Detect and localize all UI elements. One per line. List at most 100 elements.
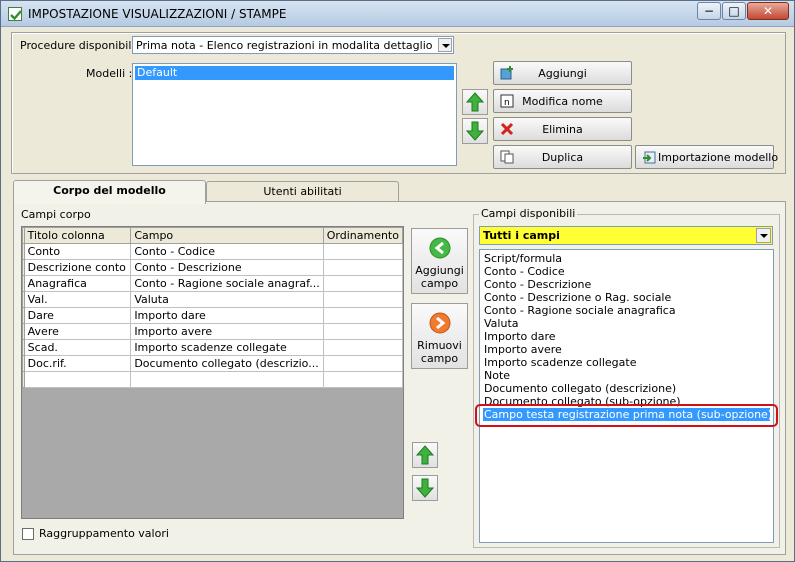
cell-title[interactable] (23, 371, 132, 388)
cell-title[interactable]: Avere (23, 323, 132, 340)
cell-order[interactable] (322, 307, 404, 324)
minimize-button[interactable]: − (697, 2, 721, 20)
arrow-up-icon (466, 92, 484, 112)
remove-field-button[interactable]: Rimuovi campo (411, 303, 468, 369)
procedure-select-value: Prima nota - Elenco registrazioni in mod… (136, 39, 433, 52)
available-fields-title: Campi disponibili (479, 207, 578, 220)
model-item-default[interactable]: Default (135, 66, 454, 80)
cell-title[interactable]: Scad. (23, 339, 132, 356)
duplicate-model-label: Duplica (541, 151, 584, 164)
rename-model-label: Modifica nome (522, 95, 603, 108)
cell-order[interactable] (322, 323, 404, 340)
table-row[interactable]: Dare Importo dare (22, 307, 404, 324)
column-header-title[interactable]: Titolo colonna (23, 227, 132, 244)
import-icon (643, 151, 656, 164)
cell-order[interactable] (322, 259, 404, 276)
list-item[interactable]: Note (483, 369, 770, 382)
list-item[interactable]: Importo scadenze collegate (483, 356, 770, 369)
add-field-button[interactable]: Aggiungi campo (411, 228, 468, 294)
list-item[interactable]: Conto - Descrizione (483, 278, 770, 291)
maximize-button[interactable]: □ (722, 2, 746, 20)
cell-order[interactable] (322, 339, 404, 356)
body-fields-label: Campi corpo (21, 208, 91, 221)
list-item[interactable]: Conto - Descrizione o Rag. sociale (483, 291, 770, 304)
cell-title[interactable]: Doc.rif. (23, 355, 132, 372)
rename-model-button[interactable]: n Modifica nome (493, 89, 632, 113)
cell-order[interactable] (322, 371, 404, 388)
column-header-order[interactable]: Ordinamento (322, 227, 404, 244)
import-model-label: Importazione modello (658, 151, 779, 164)
cell-field[interactable]: Importo scadenze collegate (130, 339, 324, 356)
move-field-up-button[interactable] (412, 442, 438, 468)
table-row[interactable]: Scad. Importo scadenze collegate (22, 339, 404, 356)
move-field-down-button[interactable] (412, 475, 438, 501)
models-list[interactable]: Default (132, 63, 457, 166)
cell-field[interactable] (130, 371, 324, 388)
move-down-button[interactable] (462, 118, 488, 144)
table-row[interactable]: Anagrafica Conto - Ragione sociale anagra… (22, 275, 404, 292)
list-item[interactable]: Importo dare (483, 330, 770, 343)
close-button[interactable]: ✕ (747, 2, 789, 20)
arrow-left-circle-icon (429, 237, 451, 259)
cell-order[interactable] (322, 291, 404, 308)
procedure-select[interactable]: Prima nota - Elenco registrazioni in mod… (132, 36, 454, 54)
body-fields-grid[interactable]: Titolo colonna Campo Ordinamento Conto Co… (21, 226, 404, 519)
cell-title[interactable]: Conto (23, 243, 132, 260)
tab-model-body[interactable]: Corpo del modello (13, 180, 206, 204)
cell-order[interactable] (322, 355, 404, 372)
list-item[interactable]: Importo avere (483, 343, 770, 356)
procedure-label: Procedure disponibili : (20, 39, 142, 52)
available-fields-list[interactable]: Script/formula Conto - Codice Conto - De… (479, 249, 774, 543)
cell-title[interactable]: Val. (23, 291, 132, 308)
list-item[interactable]: Conto - Codice (483, 265, 770, 278)
tab-enabled-users[interactable]: Utenti abilitati (206, 181, 399, 203)
list-item[interactable]: Documento collegato (descrizione) (483, 382, 770, 395)
title-bar[interactable]: IMPOSTAZIONE VISUALIZZAZIONI / STAMPE − … (1, 1, 794, 27)
import-model-button[interactable]: Importazione modello (635, 145, 779, 169)
models-label: Modelli : (86, 67, 133, 80)
duplicate-model-button[interactable]: Duplica (493, 145, 632, 169)
chevron-down-icon[interactable] (438, 38, 452, 52)
remove-field-label: Rimuovi campo (417, 339, 462, 365)
cell-field[interactable]: Valuta (130, 291, 324, 308)
add-model-button[interactable]: Aggiungi (493, 61, 632, 85)
table-row[interactable]: Doc.rif. Documento collegato (descrizio..… (22, 355, 404, 372)
table-row[interactable]: Descrizione conto Conto - Descrizione (22, 259, 404, 276)
settings-window: IMPOSTAZIONE VISUALIZZAZIONI / STAMPE − … (0, 0, 795, 562)
cell-title[interactable]: Dare (23, 307, 132, 324)
table-row-new[interactable] (22, 371, 404, 388)
checkmark-app-icon (8, 7, 22, 21)
add-field-label: Aggiungi campo (415, 264, 464, 290)
cell-field[interactable]: Documento collegato (descrizio... (130, 355, 324, 372)
cell-title[interactable]: Descrizione conto (23, 259, 132, 276)
grouping-label: Raggruppamento valori (39, 527, 169, 540)
table-row[interactable]: Val. Valuta (22, 291, 404, 308)
list-item[interactable]: Script/formula (483, 252, 770, 265)
chevron-down-icon[interactable] (756, 228, 771, 243)
selection-highlight-annotation (475, 404, 778, 427)
delete-model-button[interactable]: Elimina (493, 117, 632, 141)
cell-title[interactable]: Anagrafica (23, 275, 132, 292)
cell-field[interactable]: Conto - Ragione sociale anagraf... (130, 275, 324, 292)
table-row[interactable]: Conto Conto - Codice (22, 243, 404, 260)
arrow-down-icon (466, 121, 484, 141)
body-fields-table: Titolo colonna Campo Ordinamento Conto Co… (22, 227, 404, 388)
fields-filter-value: Tutti i campi (483, 229, 560, 242)
arrow-down-icon (416, 478, 434, 498)
list-item[interactable]: Valuta (483, 317, 770, 330)
grouping-checkbox[interactable] (22, 528, 34, 540)
move-up-button[interactable] (462, 89, 488, 115)
add-model-label: Aggiungi (538, 67, 587, 80)
table-header-row: Titolo colonna Campo Ordinamento (22, 227, 404, 244)
list-item[interactable]: Conto - Ragione sociale anagrafica (483, 304, 770, 317)
table-row[interactable]: Avere Importo avere (22, 323, 404, 340)
cell-order[interactable] (322, 275, 404, 292)
cell-field[interactable]: Conto - Descrizione (130, 259, 324, 276)
fields-filter-select[interactable]: Tutti i campi (479, 226, 773, 245)
cell-field[interactable]: Importo avere (130, 323, 324, 340)
cell-field[interactable]: Importo dare (130, 307, 324, 324)
window-title: IMPOSTAZIONE VISUALIZZAZIONI / STAMPE (28, 7, 287, 21)
column-header-field[interactable]: Campo (130, 227, 324, 244)
cell-order[interactable] (322, 243, 404, 260)
cell-field[interactable]: Conto - Codice (130, 243, 324, 260)
